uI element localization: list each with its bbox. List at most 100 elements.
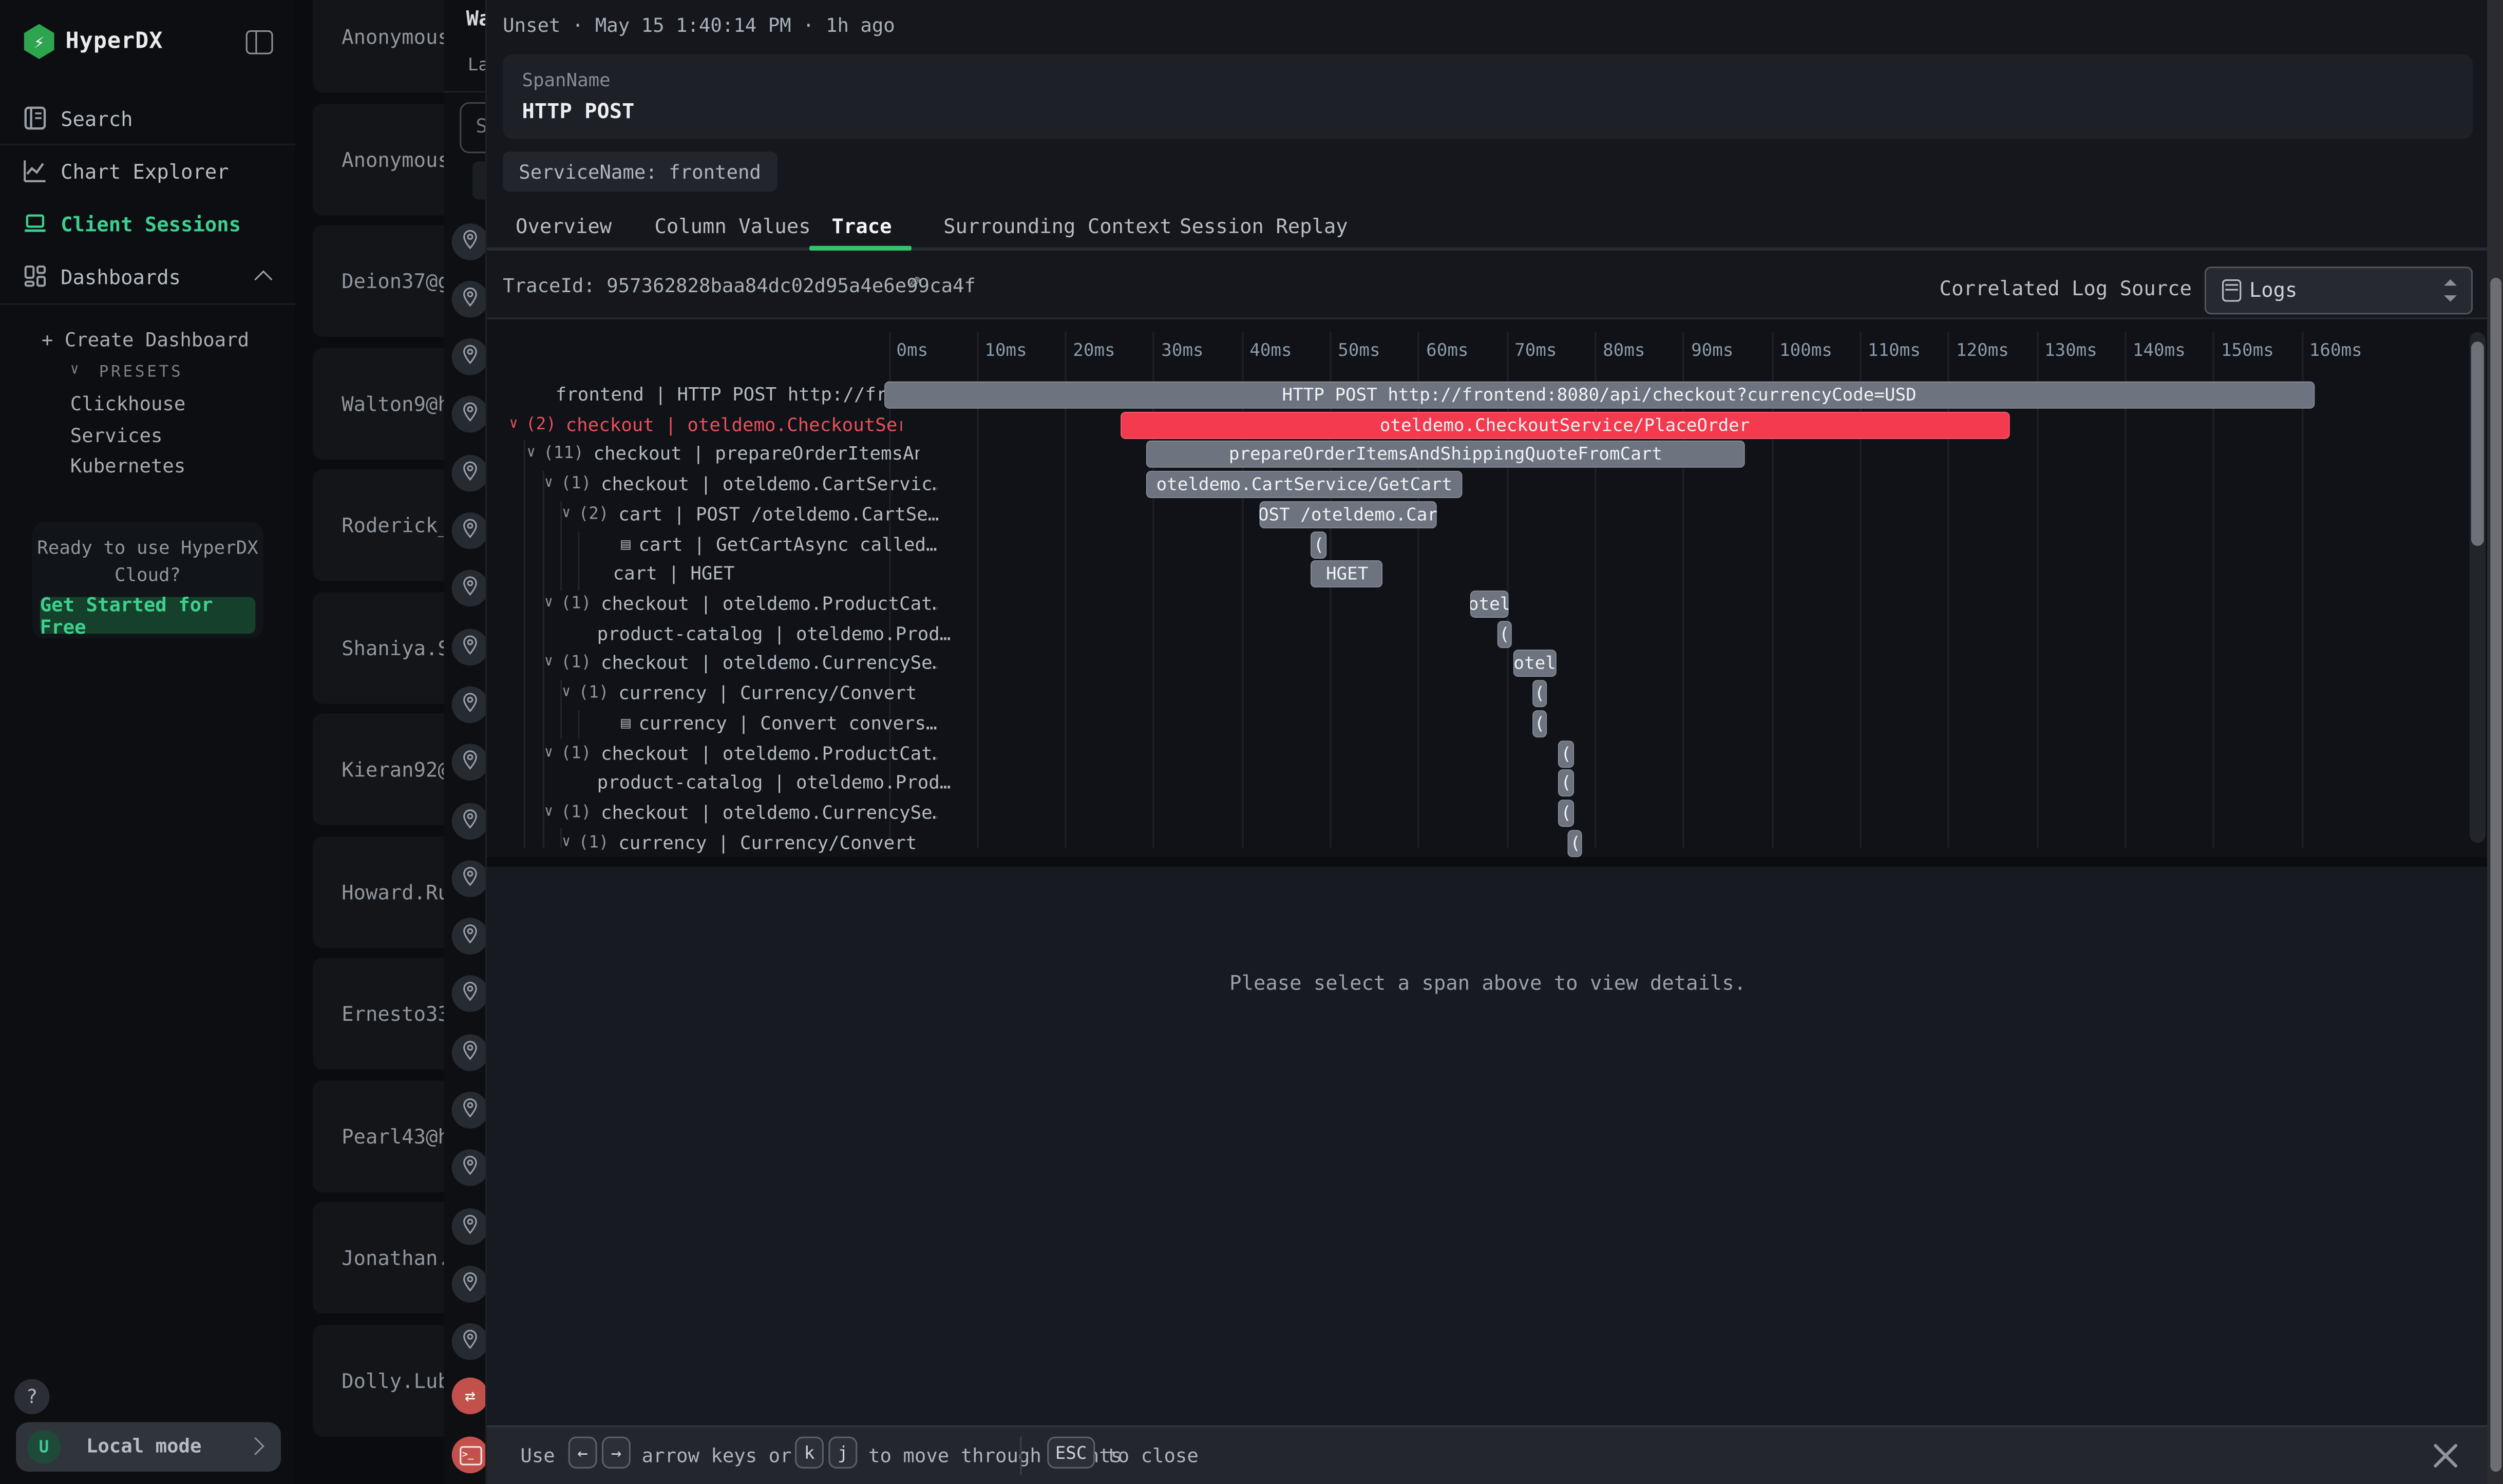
span-bar[interactable]: oteldemo.CartService/GetCart: [1146, 471, 1463, 498]
location-pin-badge[interactable]: [452, 570, 488, 607]
location-pin-badge[interactable]: [452, 1266, 488, 1302]
sidebar-item-search[interactable]: Search: [0, 96, 295, 141]
collapse-sidebar-icon[interactable]: [246, 30, 273, 54]
span-bar[interactable]: otel: [1513, 651, 1556, 678]
span-bar[interactable]: (: [1312, 531, 1326, 558]
tab-trace[interactable]: Trace: [832, 214, 892, 238]
location-pin-badge[interactable]: [452, 802, 488, 839]
span-tree-row[interactable]: ▤currency | Convert convers…: [487, 710, 1014, 737]
span-bar[interactable]: (: [1532, 680, 1547, 708]
span-bar[interactable]: (: [1532, 710, 1547, 737]
waterfall-scrollbar-thumb[interactable]: [2471, 341, 2484, 546]
network-event-badge[interactable]: ⇄: [452, 1378, 488, 1414]
span-bar[interactable]: (: [1559, 800, 1573, 827]
tree-chevron-down-icon[interactable]: ∨: [544, 740, 553, 767]
span-bar[interactable]: HTTP POST http://frontend:8080/api/check…: [884, 382, 2315, 409]
span-bar[interactable]: POST /oteldemo.Cart: [1259, 501, 1437, 528]
page-scrollbar[interactable]: [2487, 0, 2503, 1484]
span-bar[interactable]: HGET: [1312, 561, 1383, 588]
preset-item-services[interactable]: Services: [70, 424, 163, 446]
span-tree-row[interactable]: product-catalog | oteldemo.Prod…: [487, 620, 990, 648]
location-pin-badge[interactable]: [452, 686, 488, 722]
tree-chevron-down-icon[interactable]: ∨: [544, 591, 553, 618]
location-pin-badge[interactable]: [452, 396, 488, 433]
location-pin-badge[interactable]: [452, 628, 488, 664]
edit-trace-id-icon[interactable]: ✎: [908, 271, 921, 295]
preset-item-kubernetes[interactable]: Kubernetes: [70, 455, 186, 478]
tree-chevron-down-icon[interactable]: ∨: [562, 501, 571, 528]
tree-chevron-down-icon[interactable]: ∨: [562, 830, 571, 857]
span-tree-row[interactable]: ∨(11)checkout | prepareOrderItemsAnd…: [487, 441, 919, 468]
span-tree-row[interactable]: ∨(1)checkout | oteldemo.CurrencySe…: [487, 800, 937, 827]
tab-surrounding-context[interactable]: Surrounding Context: [943, 214, 1172, 238]
presets-chevron-icon[interactable]: ∨: [70, 363, 79, 378]
tick-label-90ms: 90ms: [1691, 340, 1733, 360]
service-name-chip[interactable]: ServiceName: frontend: [503, 151, 777, 192]
span-bar[interactable]: (: [1568, 830, 1582, 857]
chevron-up-icon[interactable]: [254, 270, 272, 288]
span-bar[interactable]: oteldemo.CheckoutService/PlaceOrder: [1121, 411, 2009, 439]
page-scrollbar-thumb[interactable]: [2490, 278, 2501, 1472]
span-tree-row[interactable]: ∨(1)checkout | oteldemo.CurrencySe…: [487, 651, 937, 678]
span-tree-row[interactable]: product-catalog | oteldemo.Prod…: [487, 770, 990, 797]
tree-chevron-down-icon[interactable]: ∨: [562, 680, 571, 708]
span-tree-row[interactable]: ∨(1)currency | Currency/Convert: [487, 680, 955, 708]
console-event-badge[interactable]: >_: [452, 1437, 488, 1473]
span-tree-row[interactable]: ∨(1)checkout | oteldemo.CartServic…: [487, 471, 937, 498]
location-pin-badge[interactable]: [452, 744, 488, 781]
sidebar-item-chart-explorer[interactable]: Chart Explorer: [0, 148, 295, 193]
get-started-button[interactable]: Get Started for Free: [40, 597, 256, 634]
close-icon[interactable]: [2431, 1441, 2460, 1470]
sidebar-item-client-sessions[interactable]: Client Sessions: [0, 201, 295, 246]
panel-split-handle[interactable]: [487, 857, 2489, 867]
location-pin-badge[interactable]: [452, 1034, 488, 1070]
location-pin-badge[interactable]: [452, 454, 488, 491]
tree-chevron-down-icon[interactable]: ∨: [509, 411, 518, 439]
tree-chevron-down-icon[interactable]: ∨: [544, 800, 553, 827]
arrow-left-key[interactable]: ←: [568, 1437, 597, 1469]
span-bar[interactable]: otel: [1469, 591, 1509, 618]
location-pin-icon: [460, 1327, 480, 1357]
location-pin-badge[interactable]: [452, 860, 488, 897]
span-bar[interactable]: (: [1559, 740, 1573, 767]
location-pin-badge[interactable]: [452, 280, 488, 317]
location-pin-badge[interactable]: [452, 338, 488, 375]
tab-column-values[interactable]: Column Values: [654, 214, 810, 238]
tab-overview[interactable]: Overview: [516, 214, 612, 238]
span-bar[interactable]: (: [1559, 770, 1573, 797]
esc-key[interactable]: ESC: [1047, 1437, 1095, 1469]
tree-chevron-down-icon[interactable]: ∨: [544, 471, 553, 498]
tree-chevron-down-icon[interactable]: ∨: [527, 441, 536, 468]
tree-chevron-down-icon[interactable]: ∨: [544, 651, 553, 678]
preset-item-clickhouse[interactable]: Clickhouse: [70, 393, 186, 415]
location-pin-badge[interactable]: [452, 512, 488, 549]
waterfall-scrollbar[interactable]: [2470, 332, 2486, 843]
tab-session-replay[interactable]: Session Replay: [1180, 214, 1348, 238]
tick-label-20ms: 20ms: [1073, 340, 1115, 360]
location-pin-badge[interactable]: [452, 223, 488, 259]
location-pin-badge[interactable]: [452, 976, 488, 1013]
create-dashboard-button[interactable]: + Create Dashboard: [42, 329, 249, 351]
location-pin-badge[interactable]: [452, 1324, 488, 1360]
span-tree-row[interactable]: frontend | HTTP POST http://frontend:…: [487, 382, 948, 409]
span-tree-row[interactable]: cart | HGET: [487, 561, 1006, 588]
span-tree-row[interactable]: ∨(2)cart | POST /oteldemo.CartSe…: [487, 501, 955, 528]
local-mode-button[interactable]: U Local mode: [16, 1422, 281, 1472]
k-key[interactable]: k: [795, 1437, 824, 1469]
span-tree-row[interactable]: ∨(1)currency | Currency/Convert: [487, 830, 955, 857]
log-source-select[interactable]: Logs: [2205, 267, 2473, 314]
location-pin-badge[interactable]: [452, 1208, 488, 1244]
span-tree-row[interactable]: ∨(2)checkout | oteldemo.CheckoutServic…: [487, 411, 902, 439]
location-pin-badge[interactable]: [452, 1150, 488, 1186]
span-tree-row[interactable]: ▤cart | GetCartAsync called…: [487, 531, 1014, 558]
span-bar[interactable]: prepareOrderItemsAndShippingQuoteFromCar…: [1146, 441, 1745, 468]
location-pin-badge[interactable]: [452, 918, 488, 955]
help-button[interactable]: ?: [14, 1379, 49, 1414]
span-tree-row[interactable]: ∨(1)checkout | oteldemo.ProductCat…: [487, 591, 937, 618]
j-key[interactable]: j: [828, 1437, 857, 1469]
span-tree-row[interactable]: ∨(1)checkout | oteldemo.ProductCat…: [487, 740, 937, 767]
sidebar-item-dashboards[interactable]: Dashboards: [0, 254, 295, 298]
span-bar[interactable]: (: [1497, 620, 1511, 648]
location-pin-badge[interactable]: [452, 1092, 488, 1128]
arrow-right-key[interactable]: →: [602, 1437, 631, 1469]
